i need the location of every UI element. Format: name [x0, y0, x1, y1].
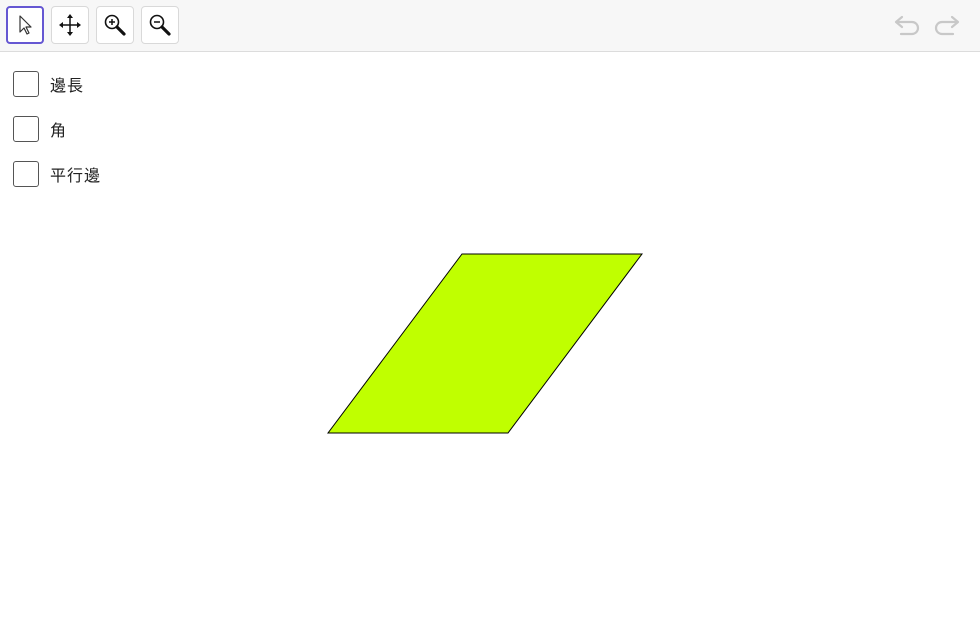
zoom-in-tool-button[interactable] — [96, 6, 134, 44]
select-tool-button[interactable] — [6, 6, 44, 44]
toolbar — [0, 0, 980, 52]
undo-button[interactable] — [892, 12, 924, 40]
redo-button[interactable] — [930, 12, 962, 40]
undo-icon — [893, 12, 923, 40]
zoom-in-icon — [103, 13, 127, 37]
graphics-canvas[interactable] — [0, 53, 980, 620]
redo-icon — [931, 12, 961, 40]
pointer-arrow-icon — [14, 14, 36, 36]
parallelogram-shape[interactable] — [327, 253, 643, 434]
move-arrows-icon — [58, 13, 82, 37]
move-graphics-tool-button[interactable] — [51, 6, 89, 44]
zoom-out-tool-button[interactable] — [141, 6, 179, 44]
zoom-out-icon — [148, 13, 172, 37]
